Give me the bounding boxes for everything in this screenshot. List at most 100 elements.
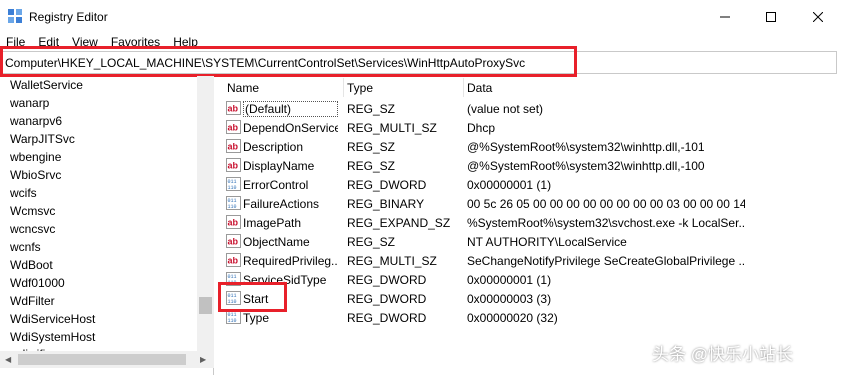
string-value-icon: ab [226, 158, 241, 172]
string-value-icon: ab [226, 139, 241, 153]
value-name: ErrorControl [243, 178, 309, 192]
value-name: DisplayName [243, 159, 315, 173]
svg-text:ab: ab [228, 218, 239, 228]
registry-editor-icon [8, 9, 22, 23]
key-tree[interactable]: WalletService wanarp wanarpv6 WarpJITSvc… [0, 76, 214, 375]
value-type: REG_SZ [347, 235, 396, 249]
values-list[interactable]: Name Type Data ab (Default) REG_SZ (value n… [218, 76, 841, 375]
svg-text:ab: ab [228, 256, 239, 266]
column-header-name[interactable]: Name [227, 81, 259, 95]
value-name: ImagePath [243, 216, 302, 230]
value-data: 0x00000001 (1) [467, 273, 552, 287]
value-type: REG_SZ [347, 140, 396, 154]
value-type: REG_BINARY [347, 197, 425, 211]
value-type: REG_DWORD [347, 178, 427, 192]
value-data: Dhcp [467, 121, 496, 135]
tree-item[interactable]: WdiSystemHost [10, 330, 95, 344]
tree-item[interactable]: WarpJITSvc [10, 132, 75, 146]
value-row[interactable]: 011 110 Type REG_DWORD 0x00000020 (32) [218, 308, 841, 327]
tree-horizontal-scroll-thumb[interactable] [18, 354, 186, 365]
value-data: NT AUTHORITY\LocalService [467, 235, 627, 249]
value-name: ObjectName [243, 235, 310, 249]
tree-item[interactable]: wanarpv6 [10, 114, 62, 128]
tree-item[interactable]: Wcmsvc [10, 204, 55, 218]
svg-text:ab: ab [228, 104, 239, 114]
svg-text:ab: ab [228, 123, 239, 133]
minimize-icon [720, 16, 730, 17]
window-title: Registry Editor [29, 10, 108, 24]
tree-item[interactable]: wcifs [10, 186, 37, 200]
value-name: Description [243, 140, 304, 154]
scroll-left-arrow-icon[interactable]: ◀ [5, 355, 11, 364]
svg-text:110: 110 [228, 185, 237, 191]
tree-item[interactable]: WbioSrvc [10, 168, 61, 182]
minimize-button[interactable] [702, 0, 748, 33]
tree-item[interactable]: wcncsvc [10, 222, 55, 236]
string-value-icon: ab [226, 101, 241, 115]
value-row[interactable]: ab RequiredPrivileg... REG_MULTI_SZ SeChang… [218, 251, 841, 270]
watermark: 头条 @快乐小站长 [652, 345, 793, 364]
string-value-icon: ab [226, 234, 241, 248]
value-data: (value not set) [467, 102, 544, 116]
tree-item[interactable]: WdiServiceHost [10, 312, 95, 326]
value-row[interactable]: ab Description REG_SZ @%SystemRoot%\system3… [218, 137, 841, 156]
maximize-button[interactable] [748, 0, 794, 33]
value-row[interactable]: ab DisplayName REG_SZ @%SystemRoot%\system3… [218, 156, 841, 175]
value-row[interactable]: 011 110 ErrorControl REG_DWORD 0x00000001 (1… [218, 175, 841, 194]
value-name: Type [243, 311, 270, 325]
column-divider[interactable] [463, 78, 464, 97]
value-row[interactable]: ab ImagePath REG_EXPAND_SZ %SystemRoot%\sys… [218, 213, 841, 232]
value-data: 0x00000003 (3) [467, 292, 552, 306]
svg-text:ab: ab [228, 237, 239, 247]
column-header-type[interactable]: Type [347, 81, 373, 95]
value-name: (Default) [243, 101, 338, 117]
svg-text:ab: ab [228, 161, 239, 171]
maximize-icon [766, 11, 776, 22]
column-divider[interactable] [343, 78, 344, 97]
value-type: REG_SZ [347, 102, 396, 116]
string-value-icon: ab [226, 120, 241, 134]
tree-vertical-scroll-thumb[interactable] [199, 297, 212, 314]
value-row[interactable]: ab DependOnService REG_MULTI_SZ Dhcp [218, 118, 841, 137]
value-type: REG_MULTI_SZ [347, 254, 437, 268]
tree-item[interactable]: Wdf01000 [10, 276, 65, 290]
tree-item[interactable]: wanarp [10, 96, 49, 110]
string-value-icon: ab [226, 215, 241, 229]
value-data: %SystemRoot%\system32\svchost.exe -k Loc… [467, 216, 745, 230]
value-data: 0x00000020 (32) [467, 311, 558, 325]
scroll-right-arrow-icon[interactable]: ▶ [200, 355, 206, 364]
tree-item[interactable]: WalletService [10, 78, 83, 92]
binary-value-icon: 011110 [226, 177, 241, 191]
value-data: @%SystemRoot%\system32\winhttp.dll,-100 [467, 159, 705, 173]
value-type: REG_SZ [347, 159, 396, 173]
value-name: RequiredPrivileg... [243, 254, 338, 268]
tree-item[interactable]: WdFilter [10, 294, 55, 308]
value-data: 00 5c 26 05 00 00 00 00 00 00 00 00 03 0… [467, 197, 745, 211]
value-row[interactable]: ab (Default) REG_SZ (value not set) [218, 99, 841, 118]
start-value-highlight-box [218, 282, 287, 312]
binary-value-icon: 011110 [226, 310, 241, 324]
close-button[interactable] [795, 0, 841, 33]
value-type: REG_DWORD [347, 292, 427, 306]
close-icon [813, 11, 823, 22]
value-data: @%SystemRoot%\system32\winhttp.dll,-101 [467, 140, 705, 154]
value-data: SeChangeNotifyPrivilege SeCreateGlobalPr… [467, 254, 745, 268]
tree-item[interactable]: wbengine [10, 150, 61, 164]
tree-vertical-scrollbar[interactable] [197, 76, 214, 351]
value-row[interactable]: ab ObjectName REG_SZ NT AUTHORITY\LocalServ… [218, 232, 841, 251]
svg-text:110: 110 [228, 204, 237, 210]
value-row[interactable]: 011 110 Start REG_DWORD 0x00000003 (3) [218, 289, 841, 308]
column-header-data[interactable]: Data [467, 81, 492, 95]
value-type: REG_EXPAND_SZ [347, 216, 451, 230]
value-type: REG_MULTI_SZ [347, 121, 437, 135]
string-value-icon: ab [226, 253, 241, 267]
tree-item[interactable]: WdBoot [10, 258, 53, 272]
tree-horizontal-scrollbar[interactable]: ◀ ▶ [0, 351, 214, 368]
value-name: FailureActions [243, 197, 320, 211]
address-highlight-box [0, 46, 577, 77]
value-row[interactable]: 011 110 FailureActions REG_BINARY 00 5c 26 0… [218, 194, 841, 213]
binary-value-icon: 011110 [226, 196, 241, 210]
value-row[interactable]: 011 110 ServiceSidType REG_DWORD 0x00000001 … [218, 270, 841, 289]
tree-item[interactable]: wcnfs [10, 240, 41, 254]
value-type: REG_DWORD [347, 311, 427, 325]
